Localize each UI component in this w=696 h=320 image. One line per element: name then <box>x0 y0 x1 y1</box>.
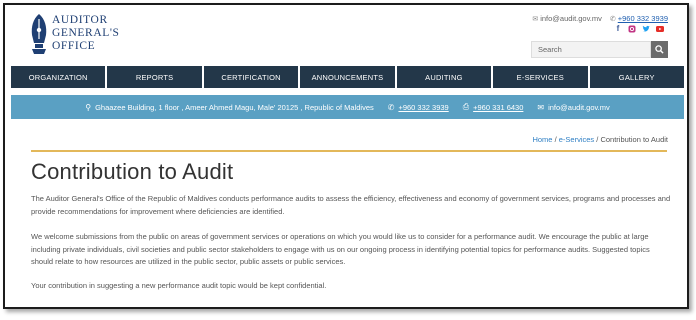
map-marker-icon: ⚲ <box>85 102 92 112</box>
logo-line: Auditor <box>52 14 108 26</box>
top-phone-link[interactable]: +960 332 3939 <box>618 14 668 23</box>
logo-text: Auditor General's Office <box>52 14 120 53</box>
address-text: Ghaazee Building, 1 floor , Ameer Ahmed … <box>95 102 374 112</box>
contact-info-bar: ⚲ Ghaazee Building, 1 floor , Ameer Ahme… <box>11 95 684 119</box>
page-title: Contribution to Audit <box>31 159 234 184</box>
breadcrumb: Home / e-Services / Contribution to Audi… <box>532 135 668 144</box>
title-divider <box>31 150 667 152</box>
nav-item-auditing[interactable]: AUDITING <box>396 66 492 88</box>
breadcrumb-current: Contribution to Audit <box>600 135 668 144</box>
search-bar <box>531 41 668 58</box>
site-logo[interactable]: Auditor General's Office <box>28 11 128 59</box>
phone-icon: ✆ <box>609 16 616 23</box>
fax-icon: ⎙ <box>462 102 470 111</box>
top-contact: ✉ info@audit.gov.mv ✆ +960 332 3939 <box>532 14 668 23</box>
top-phone[interactable]: ✆ +960 332 3939 <box>610 14 668 23</box>
phone-group[interactable]: ✆ +960 332 3939 <box>388 103 449 112</box>
facebook-icon[interactable]: f <box>614 25 622 33</box>
nav-item-gallery[interactable]: GALLERY <box>589 66 684 88</box>
nav-item-announcements[interactable]: ANNOUNCEMENTS <box>300 66 395 88</box>
search-icon <box>655 45 664 54</box>
fax-group[interactable]: ⎙ +960 331 6430 <box>463 102 524 112</box>
fax-link[interactable]: +960 331 6430 <box>473 103 523 112</box>
breadcrumb-home[interactable]: Home <box>532 135 552 144</box>
submission-paragraph: We welcome submissions from the public o… <box>31 232 650 266</box>
top-email[interactable]: ✉ info@audit.gov.mv <box>532 14 602 23</box>
envelope-icon: ✉ <box>532 16 539 23</box>
intro-paragraph: The Auditor General's Office of the Repu… <box>31 194 671 216</box>
screenshot-frame: Auditor General's Office ✉ info@audit.gov… <box>3 3 689 309</box>
youtube-icon[interactable] <box>656 25 664 33</box>
main-nav: ORGANIZATION REPORTS CERTIFICATION ANNOU… <box>11 66 684 88</box>
email-group[interactable]: ✉ info@audit.gov.mv <box>537 103 609 112</box>
nav-item-certification[interactable]: CERTIFICATION <box>203 66 299 88</box>
phone-link[interactable]: +960 332 3939 <box>398 103 448 112</box>
logo-emblem-icon <box>31 14 47 54</box>
logo-line: Office <box>52 40 96 52</box>
top-email-text: info@audit.gov.mv <box>540 14 602 23</box>
address-group: ⚲ Ghaazee Building, 1 floor , Ameer Ahme… <box>85 103 374 112</box>
page: Auditor General's Office ✉ info@audit.gov… <box>8 5 684 307</box>
twitter-icon[interactable] <box>642 25 650 33</box>
confidentiality-paragraph: Your contribution in suggesting a new pe… <box>31 281 327 290</box>
search-input[interactable] <box>531 41 651 58</box>
envelope-icon: ✉ <box>537 102 545 112</box>
instagram-icon[interactable] <box>628 25 636 33</box>
nav-item-organization[interactable]: ORGANIZATION <box>11 66 106 88</box>
breadcrumb-e-services[interactable]: e-Services <box>559 135 594 144</box>
email-link[interactable]: info@audit.gov.mv <box>548 103 610 112</box>
phone-icon: ✆ <box>387 102 395 112</box>
nav-item-reports[interactable]: REPORTS <box>107 66 202 88</box>
nav-item-e-services[interactable]: E-SERVICES <box>493 66 588 88</box>
logo-line: General's <box>52 27 120 39</box>
social-links: f <box>614 25 664 33</box>
search-button[interactable] <box>651 41 668 58</box>
